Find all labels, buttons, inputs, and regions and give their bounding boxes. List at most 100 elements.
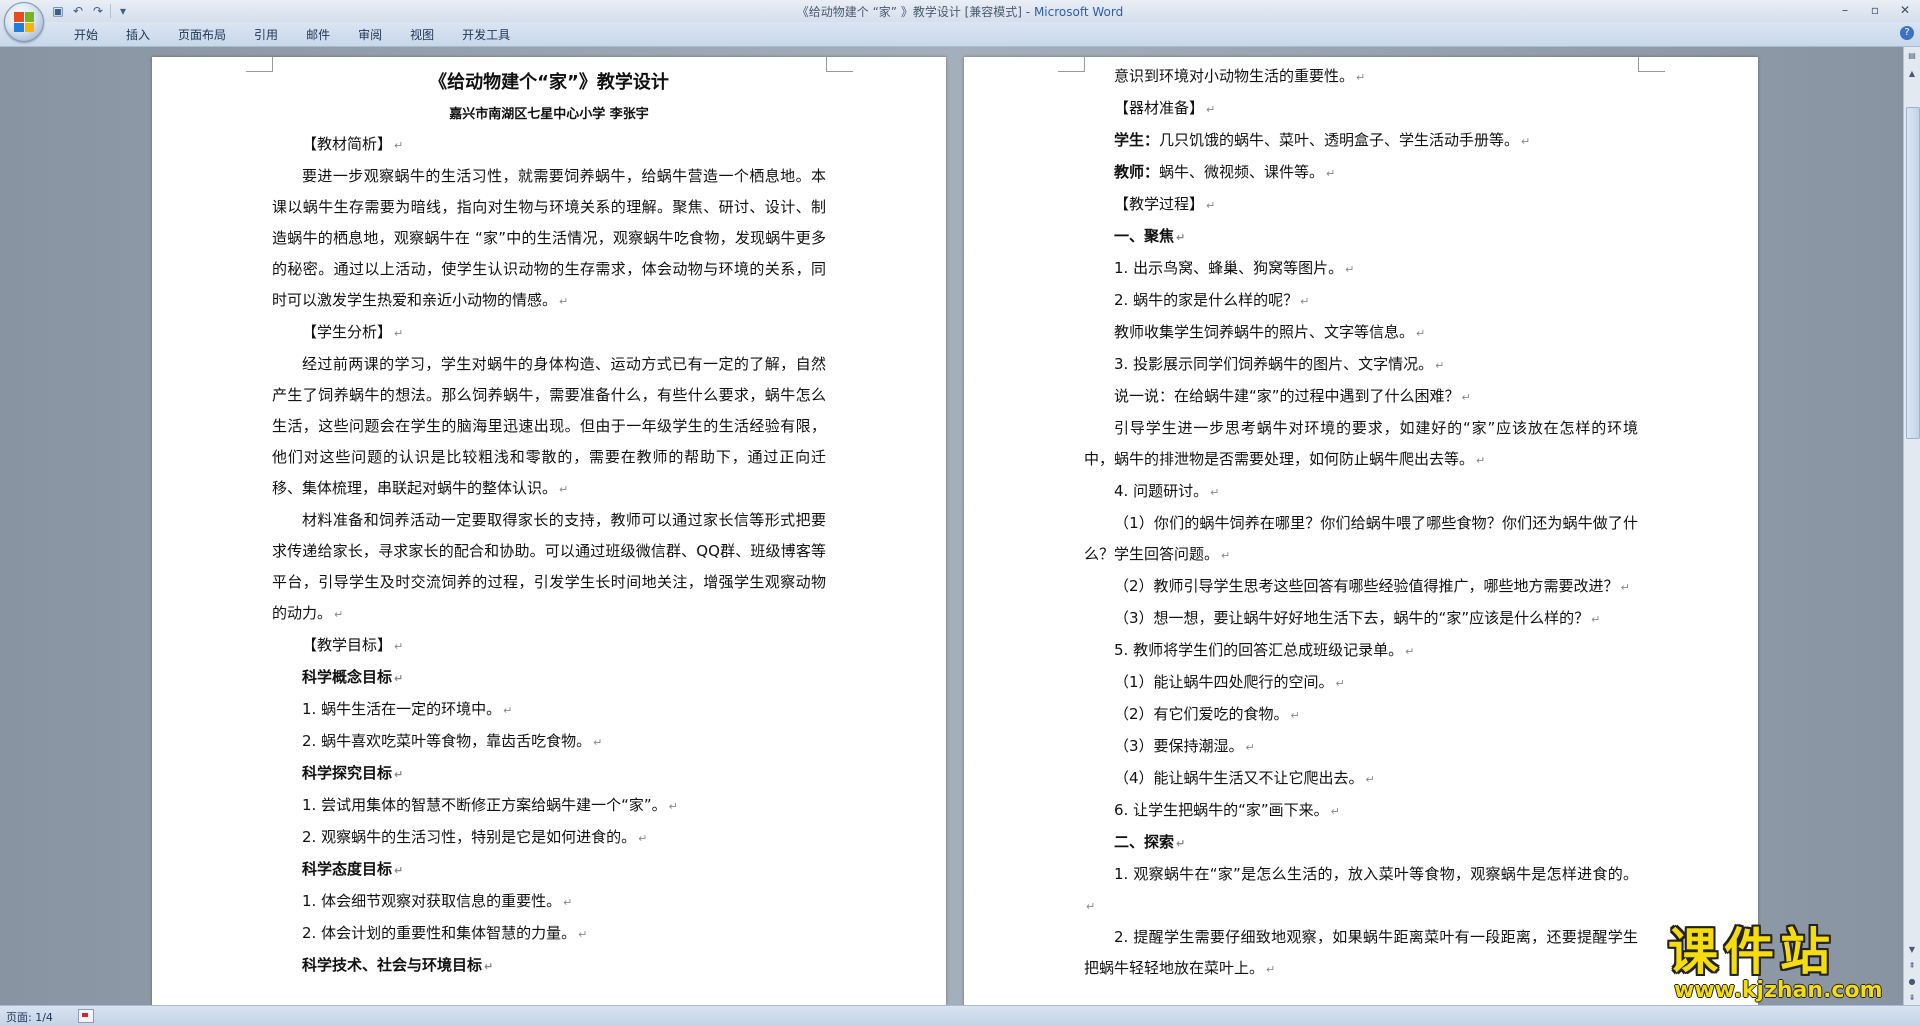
- paragraph-mark-icon: ↵: [1345, 263, 1355, 276]
- paragraph: 2. 蜗牛的家是什么样的呢？ ↵: [1084, 285, 1638, 317]
- paragraph-mark-icon: ↵: [1620, 581, 1630, 594]
- paragraph-mark-icon: ↵: [1476, 454, 1486, 467]
- ribbon-tab-strip: 开始 插入 页面布局 引用 邮件 审阅 视图 开发工具 ?: [0, 22, 1920, 47]
- paragraph: 6. 让学生把蜗牛的“家”画下来。 ↵: [1084, 795, 1638, 827]
- paragraph-mark-icon: ↵: [1365, 773, 1375, 786]
- paragraph-mark-icon: ↵: [1356, 71, 1366, 84]
- paragraph-mark-icon: ↵: [1300, 295, 1310, 308]
- paragraph-text: 教师收集学生饲养蜗牛的照片、文字等信息。: [1114, 323, 1415, 341]
- paragraph: 4. 问题研讨。 ↵: [1084, 476, 1638, 508]
- paragraph-text: 蜗牛、微视频、课件等。: [1159, 163, 1325, 181]
- status-bar: 页面: 1/4: [0, 1005, 1920, 1026]
- tab-developer[interactable]: 开发工具: [448, 26, 524, 44]
- office-button[interactable]: [4, 2, 44, 42]
- scroll-up-icon[interactable]: ▲: [1905, 67, 1919, 81]
- vertical-scrollbar[interactable]: ▤ ▲ ▼ ⇞ ● ⇟: [1903, 47, 1920, 1005]
- paragraph-mark-icon: ↵: [394, 139, 404, 152]
- tab-home[interactable]: 开始: [60, 26, 112, 44]
- paragraph-mark-icon: ↵: [1416, 327, 1426, 340]
- paragraph-text: （1）你们的蜗牛饲养在哪里？你们给蜗牛喂了哪些食物？你们还为蜗牛做了什么？学生回…: [1084, 514, 1638, 563]
- paragraph-text: （1）能让蜗牛四处爬行的空间。: [1114, 673, 1334, 691]
- paragraph-text: 几只饥饿的蜗牛、菜叶、透明盒子、学生活动手册等。: [1159, 131, 1520, 149]
- scrollbar-thumb[interactable]: [1906, 107, 1920, 439]
- help-icon[interactable]: ?: [1900, 26, 1914, 40]
- paragraph-text: 2. 体会计划的重要性和集体智慧的力量。: [302, 924, 577, 942]
- close-button[interactable]: ✕: [1890, 0, 1920, 20]
- paragraph-label: 学生：: [1114, 131, 1160, 149]
- paragraph: 引导学生进一步思考蜗牛对环境的要求，如建好的“家”应该放在怎样的环境中，蜗牛的排…: [1084, 413, 1638, 476]
- paragraph-text: （3）想一想，要让蜗牛好好地生活下去，蜗牛的“家”应该是什么样的？: [1114, 609, 1590, 627]
- paragraph-mark-icon: ↵: [559, 483, 569, 496]
- paragraph: 要进一步观察蜗牛的生活习性，就需要饲养蜗牛，给蜗牛营造一个栖息地。本课以蜗牛生存…: [272, 161, 826, 317]
- paragraph: 2. 提醒学生需要仔细致地观察，如果蜗牛距离菜叶有一段距离，还要提醒学生把蜗牛轻…: [1084, 922, 1638, 985]
- document-workspace: 《给动物建个“家”》教学设计 嘉兴市南湖区七星中心小学 李张宇 【教材简析】 ↵ 要…: [0, 47, 1904, 1005]
- page-2-content[interactable]: 意识到环境对小动物生活的重要性。 ↵ 【器材准备】 ↵ 学生：几只饥饿的蜗牛、菜叶、透明…: [1084, 61, 1638, 985]
- paragraph-text: 2. 提醒学生需要仔细致地观察，如果蜗牛距离菜叶有一段距离，还要提醒学生把蜗牛轻…: [1084, 928, 1638, 977]
- paragraph: 【教学目标】 ↵: [272, 630, 826, 662]
- paragraph: （1）你们的蜗牛饲养在哪里？你们给蜗牛喂了哪些食物？你们还为蜗牛做了什么？学生回…: [1084, 508, 1638, 571]
- paragraph-mark-icon: ↵: [1326, 167, 1336, 180]
- paragraph-mark-icon: ↵: [484, 960, 494, 973]
- paragraph-text: 【器材准备】: [1114, 99, 1205, 117]
- tab-insert[interactable]: 插入: [112, 26, 164, 44]
- paragraph-mark-icon: ↵: [334, 608, 344, 621]
- next-page-icon[interactable]: ⇟: [1905, 991, 1919, 1005]
- document-page-2[interactable]: 意识到环境对小动物生活的重要性。 ↵ 【器材准备】 ↵ 学生：几只饥饿的蜗牛、菜叶、透明…: [964, 57, 1758, 1005]
- paragraph-text: 3. 投影展示同学们饲养蜗牛的图片、文字情况。: [1114, 355, 1434, 373]
- tab-view[interactable]: 视图: [396, 26, 448, 44]
- paragraph-text: 说一说：在给蜗牛建“家”的过程中遇到了什么困难？: [1114, 387, 1460, 405]
- tab-review[interactable]: 审阅: [344, 26, 396, 44]
- paragraph-mark-icon: ↵: [1210, 486, 1220, 499]
- paragraph-text: 科学探究目标: [302, 764, 393, 782]
- paragraph: 2. 蜗牛喜欢吃菜叶等食物，靠齿舌吃食物。 ↵: [272, 726, 826, 758]
- paragraph-mark-icon: ↵: [638, 832, 648, 845]
- browse-object-icon[interactable]: ●: [1905, 975, 1919, 989]
- tab-page-layout[interactable]: 页面布局: [164, 26, 240, 44]
- document-page-1[interactable]: 《给动物建个“家”》教学设计 嘉兴市南湖区七星中心小学 李张宇 【教材简析】 ↵ 要…: [152, 57, 946, 1005]
- paragraph: 2. 观察蜗牛的生活习性，特别是它是如何进食的。 ↵: [272, 822, 826, 854]
- paragraph: 1. 出示鸟窝、蜂巢、狗窝等图片。 ↵: [1084, 253, 1638, 285]
- paragraph: 1. 体会细节观察对获取信息的重要性。 ↵: [272, 886, 826, 918]
- app-name: Microsoft Word: [1033, 5, 1124, 19]
- paragraph: 材料准备和饲养活动一定要取得家长的支持，教师可以通过家长信等形式把要求传递给家长…: [272, 505, 826, 630]
- paragraph: （2）有它们爱吃的食物。 ↵: [1084, 699, 1638, 731]
- paragraph-mark-icon: ↵: [1521, 135, 1531, 148]
- paragraph-mark-icon: ↵: [503, 704, 513, 717]
- paragraph: 1. 尝试用集体的智慧不断修正方案给蜗牛建一个“家”。 ↵: [272, 790, 826, 822]
- paragraph-mark-icon: ↵: [1266, 963, 1276, 976]
- tab-mailings[interactable]: 邮件: [292, 26, 344, 44]
- paragraph: 科学技术、社会与环境目标 ↵: [272, 950, 826, 982]
- paragraph-text: 4. 问题研讨。: [1114, 482, 1209, 500]
- scroll-down-icon[interactable]: ▼: [1905, 943, 1919, 957]
- paragraph-mark-icon: ↵: [1176, 231, 1186, 244]
- paragraph-text: 【教学目标】: [302, 636, 393, 654]
- proofing-icon[interactable]: [78, 1009, 94, 1023]
- paragraph-mark-icon: ↵: [394, 768, 404, 781]
- paragraph-text: 科学概念目标: [302, 668, 393, 686]
- ribbon-tabs: 开始 插入 页面布局 引用 邮件 审阅 视图 开发工具: [60, 26, 524, 44]
- paragraph-mark-icon: ↵: [1290, 709, 1300, 722]
- watermark-url: www.kjzhan.com: [1674, 978, 1883, 1003]
- paragraph-text: （2）教师引导学生思考这些回答有哪些经验值得推广，哪些地方需要改进？: [1114, 577, 1619, 595]
- minimize-button[interactable]: –: [1830, 0, 1860, 20]
- document-heading: 《给动物建个“家”》教学设计: [429, 72, 669, 93]
- previous-page-icon[interactable]: ⇞: [1905, 959, 1919, 973]
- ruler-toggle-icon[interactable]: ▤: [1905, 49, 1919, 63]
- paragraph-text: 二、探索: [1114, 833, 1175, 851]
- paragraph: 一、聚焦 ↵: [1084, 221, 1638, 253]
- paragraph-mark-icon: ↵: [1405, 645, 1415, 658]
- tab-references[interactable]: 引用: [240, 26, 292, 44]
- document-author: 嘉兴市南湖区七星中心小学 李张宇: [449, 107, 649, 122]
- paragraph-text: 材料准备和饲养活动一定要取得家长的支持，教师可以通过家长信等形式把要求传递给家长…: [272, 511, 826, 622]
- paragraph-mark-icon: ↵: [394, 640, 404, 653]
- paragraph-text: 【学生分析】: [302, 323, 393, 341]
- paragraph: 【教学过程】 ↵: [1084, 189, 1638, 221]
- paragraph-mark-icon: ↵: [668, 800, 678, 813]
- paragraph: （2）教师引导学生思考这些回答有哪些经验值得推广，哪些地方需要改进？ ↵: [1084, 571, 1638, 603]
- page-indicator[interactable]: 页面: 1/4: [6, 1009, 53, 1025]
- paragraph: （3）想一想，要让蜗牛好好地生活下去，蜗牛的“家”应该是什么样的？ ↵: [1084, 603, 1638, 635]
- maximize-button[interactable]: ▫: [1860, 0, 1890, 20]
- paragraph-mark-icon: ↵: [1245, 741, 1255, 754]
- paragraph-text: 2. 蜗牛喜欢吃菜叶等食物，靠齿舌吃食物。: [302, 732, 592, 750]
- page-1-content[interactable]: 《给动物建个“家”》教学设计 嘉兴市南湖区七星中心小学 李张宇 【教材简析】 ↵ 要…: [272, 57, 826, 982]
